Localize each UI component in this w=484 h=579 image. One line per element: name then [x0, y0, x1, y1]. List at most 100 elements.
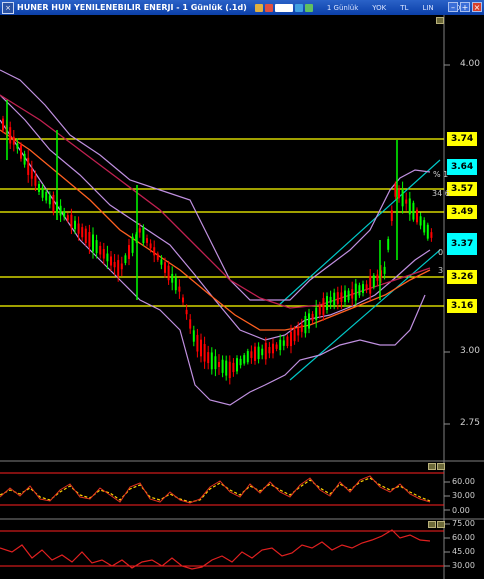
candle-body	[128, 245, 130, 259]
candle-body	[423, 220, 426, 233]
candle-body	[48, 195, 51, 205]
candle-body	[311, 313, 314, 321]
price-chart[interactable]	[0, 0, 484, 579]
candle-body	[182, 297, 184, 303]
price-label-2.75: 2.75	[459, 418, 480, 428]
candle-body	[246, 351, 249, 363]
stoch-label-0: 0.00	[452, 506, 470, 515]
candle-body	[74, 220, 76, 230]
candle-body	[340, 292, 343, 302]
candle-body	[272, 343, 274, 354]
channel-label-value: 34 6	[432, 189, 450, 198]
price-label-4.00: 4.00	[459, 59, 480, 69]
candle-body	[189, 319, 192, 329]
candle-body	[84, 228, 87, 244]
price-label-3.00: 3.00	[459, 346, 480, 356]
channel-label-small: 3	[438, 266, 444, 275]
candle-body	[117, 260, 120, 277]
candle-body	[153, 247, 156, 256]
stoch-pane-close-button[interactable]	[437, 463, 445, 470]
candle-body	[408, 198, 411, 215]
candle-body	[196, 334, 199, 352]
candle-body	[275, 344, 278, 349]
candle-body	[102, 249, 105, 259]
candle-body	[362, 284, 364, 293]
candle-body	[268, 347, 271, 354]
candle-body	[99, 245, 102, 255]
rsi-label-60: 60.00	[452, 533, 475, 542]
candle-body	[38, 184, 40, 192]
rsi-label-45: 45.00	[452, 547, 475, 556]
candle-body	[401, 188, 404, 207]
trend-channel[interactable]	[278, 159, 441, 381]
candle-body	[254, 346, 256, 361]
rsi-pane	[0, 529, 444, 570]
candle-body	[27, 157, 30, 175]
candle-body	[390, 210, 393, 222]
candle-body	[218, 361, 220, 368]
candle-body	[106, 253, 109, 262]
candle-body	[279, 339, 282, 351]
candle-body	[308, 313, 310, 329]
candle-body	[344, 290, 346, 302]
price-pane-button[interactable]	[436, 17, 444, 24]
candle-body	[347, 290, 350, 301]
candle-body	[304, 315, 307, 334]
rsi-pane-close-button[interactable]	[437, 521, 445, 528]
candle-body	[365, 284, 368, 290]
candle-body	[164, 262, 166, 273]
channel-label-percent: % 1	[433, 170, 449, 179]
candle-body	[92, 234, 94, 252]
candle-body	[329, 296, 332, 303]
candle-body	[354, 283, 357, 301]
candle-body	[156, 253, 159, 260]
candle-body	[430, 232, 433, 238]
candle-body	[257, 346, 260, 360]
candle-body	[34, 175, 37, 186]
candle-body	[351, 289, 354, 299]
candle-body	[146, 238, 148, 243]
rsi-line	[0, 529, 431, 570]
candle-body	[20, 145, 22, 159]
level-badge-3.74: 3.74	[447, 132, 477, 146]
candle-body	[12, 136, 15, 145]
candle-body	[250, 351, 253, 358]
candle-body	[221, 359, 224, 373]
candle-body	[387, 238, 390, 250]
candle-body	[23, 153, 26, 165]
candle-body	[372, 275, 375, 287]
candle-body	[261, 348, 264, 356]
level-badge-3.49: 3.49	[447, 205, 477, 219]
candle-body	[149, 243, 152, 249]
candle-body	[77, 223, 80, 234]
stoch-label-60: 60.00	[452, 477, 475, 486]
level-badge-3.64: 3.64	[447, 159, 477, 175]
candle-body	[203, 344, 206, 362]
candle-body	[318, 305, 321, 315]
stoch-pane-settings-button[interactable]	[428, 463, 436, 470]
channel-label-zero: 0	[438, 248, 444, 257]
candle-body	[225, 360, 228, 376]
candle-body	[416, 209, 418, 223]
candle-body	[376, 274, 379, 281]
candle-body	[207, 352, 210, 364]
stochastic-signal	[0, 477, 431, 503]
rsi-pane-settings-button[interactable]	[428, 521, 436, 528]
candle-body	[142, 227, 145, 244]
candle-body	[30, 168, 33, 179]
level-badge-3.37: 3.37	[447, 233, 477, 255]
ma-slow	[0, 94, 431, 309]
candle-body	[322, 298, 325, 316]
candle-body	[88, 232, 91, 247]
candle-body	[236, 358, 238, 372]
candle-body	[81, 227, 84, 238]
candle-body	[293, 329, 296, 342]
level-badge-3.57: 3.57	[447, 182, 477, 196]
candle-body	[426, 224, 429, 239]
stoch-label-30: 30.00	[452, 491, 475, 500]
candle-body	[210, 352, 213, 370]
candle-body	[124, 255, 127, 264]
candle-body	[297, 328, 300, 336]
candle-body	[200, 339, 202, 357]
candle-body	[192, 330, 195, 342]
